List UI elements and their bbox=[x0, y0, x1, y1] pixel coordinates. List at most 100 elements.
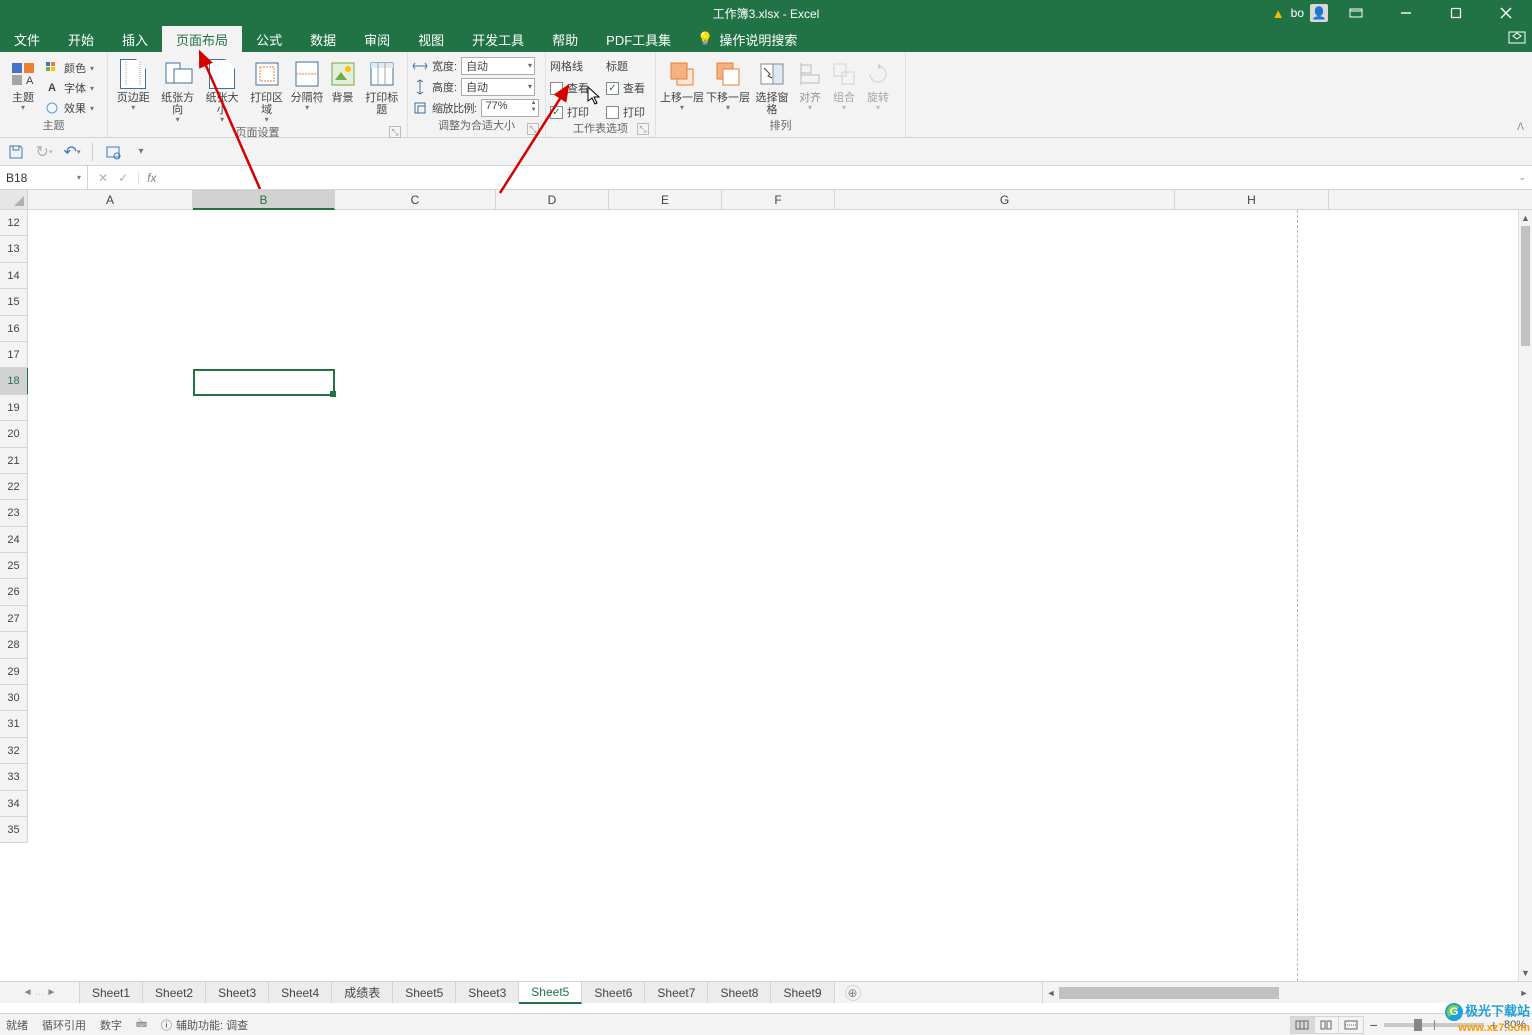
row-header[interactable]: 30 bbox=[0, 685, 28, 711]
row-header[interactable]: 15 bbox=[0, 289, 28, 315]
undo-button[interactable]: ↶▾ bbox=[62, 142, 82, 162]
horizontal-scrollbar[interactable]: ◄► bbox=[1042, 982, 1532, 1003]
tab-view[interactable]: 视图 bbox=[404, 26, 458, 52]
row-header[interactable]: 22 bbox=[0, 474, 28, 500]
scroll-up-button[interactable]: ▲ bbox=[1519, 210, 1532, 226]
tab-home[interactable]: 开始 bbox=[54, 26, 108, 52]
row-header[interactable]: 33 bbox=[0, 764, 28, 790]
row-header[interactable]: 14 bbox=[0, 263, 28, 289]
row-header[interactable]: 16 bbox=[0, 316, 28, 342]
height-combo[interactable]: 自动▾ bbox=[461, 78, 535, 96]
name-box[interactable]: B18▾ bbox=[0, 166, 88, 189]
column-header[interactable]: D bbox=[496, 190, 609, 209]
selection-pane-button[interactable]: 选择窗格 bbox=[752, 56, 792, 118]
column-header[interactable]: G bbox=[835, 190, 1175, 209]
print-titles-button[interactable]: 打印标题 bbox=[361, 56, 403, 118]
tab-data[interactable]: 数据 bbox=[296, 26, 350, 52]
column-header[interactable]: F bbox=[722, 190, 835, 209]
row-header[interactable]: 32 bbox=[0, 738, 28, 764]
row-header[interactable]: 17 bbox=[0, 342, 28, 368]
new-sheet-button[interactable]: ⊕ bbox=[845, 985, 861, 1001]
collapse-ribbon-button[interactable]: ᐱ bbox=[1517, 122, 1524, 133]
column-header[interactable]: E bbox=[609, 190, 722, 209]
touch-mode-button[interactable] bbox=[103, 142, 123, 162]
row-header[interactable]: 20 bbox=[0, 421, 28, 447]
headings-print-checkbox[interactable]: 打印 bbox=[606, 102, 654, 122]
redo-button[interactable]: ↻▾ bbox=[34, 142, 54, 162]
row-header[interactable]: 18 bbox=[0, 368, 29, 394]
fill-handle[interactable] bbox=[330, 391, 336, 397]
tab-insert[interactable]: 插入 bbox=[108, 26, 162, 52]
sheet-nav-buttons[interactable]: ◄…► bbox=[0, 982, 80, 1003]
row-header[interactable]: 21 bbox=[0, 448, 28, 474]
cells-area[interactable] bbox=[28, 210, 1518, 981]
zoom-out-button[interactable]: − bbox=[1370, 1017, 1378, 1033]
theme-effects-button[interactable]: 效果 ▾ bbox=[44, 98, 94, 118]
row-header[interactable]: 13 bbox=[0, 236, 28, 262]
tell-me-search[interactable]: 💡 操作说明搜索 bbox=[685, 26, 809, 52]
sheet-tab[interactable]: Sheet4 bbox=[269, 982, 332, 1003]
close-button[interactable] bbox=[1484, 0, 1528, 26]
sheet-tab[interactable]: Sheet8 bbox=[708, 982, 771, 1003]
scroll-thumb[interactable] bbox=[1521, 226, 1530, 346]
row-header[interactable]: 34 bbox=[0, 791, 28, 817]
column-header[interactable]: H bbox=[1175, 190, 1329, 209]
row-header[interactable]: 23 bbox=[0, 500, 28, 526]
tab-pdf-tools[interactable]: PDF工具集 bbox=[592, 26, 685, 52]
tab-developer[interactable]: 开发工具 bbox=[458, 26, 538, 52]
orientation-button[interactable]: 纸张方向▾ bbox=[156, 56, 198, 126]
tab-formulas[interactable]: 公式 bbox=[242, 26, 296, 52]
tab-help[interactable]: 帮助 bbox=[538, 26, 592, 52]
row-header[interactable]: 31 bbox=[0, 711, 28, 737]
page-break-view-button[interactable] bbox=[1339, 1017, 1363, 1033]
page-setup-launcher[interactable]: ⤡ bbox=[389, 126, 401, 138]
scroll-left-button[interactable]: ◄ bbox=[1043, 988, 1059, 998]
share-icon[interactable] bbox=[1508, 30, 1526, 44]
theme-fonts-button[interactable]: A字体 ▾ bbox=[44, 78, 94, 98]
page-layout-view-button[interactable] bbox=[1315, 1017, 1339, 1033]
margins-button[interactable]: 页边距▾ bbox=[112, 56, 154, 114]
gridlines-view-checkbox[interactable]: 查看 bbox=[550, 78, 598, 98]
breaks-button[interactable]: 分隔符▾ bbox=[290, 56, 325, 114]
sheet-tab[interactable]: Sheet1 bbox=[80, 982, 143, 1003]
sheet-options-launcher[interactable]: ⤡ bbox=[637, 123, 649, 135]
size-button[interactable]: 纸张大小▾ bbox=[201, 56, 243, 126]
sheet-tab[interactable]: Sheet3 bbox=[456, 982, 519, 1003]
gridlines-print-checkbox[interactable]: 打印 bbox=[550, 102, 598, 122]
align-button[interactable]: 对齐▾ bbox=[794, 56, 826, 114]
sheet-tab[interactable]: Sheet2 bbox=[143, 982, 206, 1003]
select-all-button[interactable] bbox=[0, 190, 28, 209]
themes-button[interactable]: A 主题 ▾ bbox=[4, 56, 42, 114]
selected-cell[interactable] bbox=[193, 369, 335, 396]
row-header[interactable]: 24 bbox=[0, 527, 28, 553]
fx-icon[interactable]: fx bbox=[139, 171, 164, 185]
row-header[interactable]: 28 bbox=[0, 632, 28, 658]
sheet-tab[interactable]: Sheet6 bbox=[582, 982, 645, 1003]
vertical-scrollbar[interactable]: ▲ ▼ bbox=[1518, 210, 1532, 981]
column-header[interactable]: B bbox=[193, 190, 335, 210]
headings-view-checkbox[interactable]: 查看 bbox=[606, 78, 654, 98]
scale-launcher[interactable]: ⤡ bbox=[527, 123, 539, 135]
ime-icon[interactable]: 🖮 bbox=[136, 1015, 147, 1034]
sheet-tab[interactable]: 成绩表 bbox=[332, 982, 393, 1003]
width-combo[interactable]: 自动▾ bbox=[461, 57, 535, 75]
sheet-tab[interactable]: Sheet9 bbox=[771, 982, 834, 1003]
row-header[interactable]: 35 bbox=[0, 817, 28, 843]
ribbon-display-options[interactable] bbox=[1334, 0, 1378, 26]
scroll-right-button[interactable]: ► bbox=[1516, 988, 1532, 998]
column-header[interactable]: C bbox=[335, 190, 496, 209]
row-header[interactable]: 26 bbox=[0, 579, 28, 605]
row-header[interactable]: 27 bbox=[0, 606, 28, 632]
print-area-button[interactable]: 打印区域▾ bbox=[245, 56, 287, 126]
background-button[interactable]: 背景 bbox=[327, 56, 359, 106]
qat-customize-button[interactable]: ▾ bbox=[131, 142, 151, 162]
theme-colors-button[interactable]: 颜色 ▾ bbox=[44, 58, 94, 78]
sheet-tab[interactable]: Sheet3 bbox=[206, 982, 269, 1003]
row-header[interactable]: 29 bbox=[0, 659, 28, 685]
accessibility-status[interactable]: ⓘ辅助功能: 调查 bbox=[161, 1017, 248, 1033]
column-header[interactable]: A bbox=[28, 190, 193, 209]
sheet-tab[interactable]: Sheet5 bbox=[519, 982, 582, 1004]
row-header[interactable]: 12 bbox=[0, 210, 28, 236]
row-header[interactable]: 25 bbox=[0, 553, 28, 579]
tab-review[interactable]: 审阅 bbox=[350, 26, 404, 52]
